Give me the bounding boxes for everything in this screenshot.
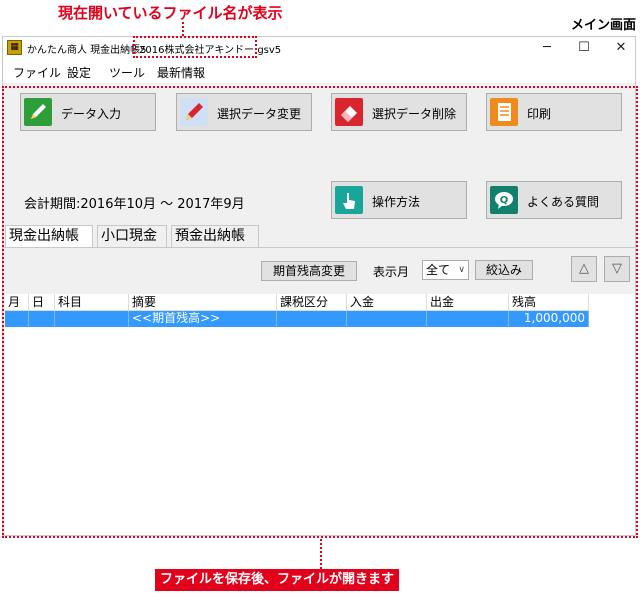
display-month-select[interactable]: 全て ∨	[422, 260, 469, 280]
opening-balance-button[interactable]: 期首残高変更	[261, 261, 357, 281]
column-header-description[interactable]: 摘要	[129, 294, 277, 311]
annotation-leader-line-bottom	[320, 539, 322, 569]
eraser-icon	[335, 98, 363, 126]
annotation-top-note: 現在開いているファイル名が表示	[58, 4, 283, 22]
tab-petty-cash[interactable]: 小口現金	[97, 225, 167, 247]
column-header-expense[interactable]: 出金	[427, 294, 509, 311]
column-header-tax-category[interactable]: 課税区分	[277, 294, 347, 311]
tab-divider	[3, 247, 635, 248]
edit-selected-label: 選択データ変更	[217, 107, 302, 121]
maximize-button[interactable]: ☐	[564, 37, 604, 59]
menu-settings[interactable]: 設定	[67, 64, 91, 81]
tab-deposit-book[interactable]: 預金出納帳	[171, 225, 259, 247]
print-icon	[490, 98, 518, 126]
table-row[interactable]: <<期首残高>> 1,000,000	[5, 311, 589, 327]
faq-label: よくある質問	[527, 195, 600, 209]
data-entry-label: データ入力	[61, 107, 122, 121]
display-month-label: 表示月	[373, 265, 410, 279]
cell-description: <<期首残高>>	[129, 311, 277, 327]
menu-tools[interactable]: ツール	[109, 64, 145, 81]
client-area: データ入力 選択データ変更 選択データ削除 印刷 会計期間:2016年10月 〜…	[3, 83, 635, 535]
column-header-income[interactable]: 入金	[347, 294, 427, 311]
move-up-button[interactable]: △	[571, 256, 597, 282]
faq-button[interactable]: Q よくある質問	[486, 181, 622, 219]
cell-income	[347, 311, 427, 327]
menu-latest-info[interactable]: 最新情報	[157, 64, 205, 81]
svg-text:Q: Q	[500, 195, 509, 206]
display-month-value: 全て	[426, 263, 451, 277]
app-logo-icon: ▦	[7, 40, 22, 55]
pencil-icon	[24, 98, 52, 126]
annotation-filename-box	[133, 36, 257, 58]
column-header-day[interactable]: 日	[29, 294, 55, 311]
cell-balance: 1,000,000	[509, 311, 589, 327]
close-button[interactable]: ✕	[601, 37, 640, 59]
menu-bar: ファイル 設定 ツール 最新情報	[3, 61, 635, 83]
how-to-use-label: 操作方法	[372, 195, 421, 209]
question-bubble-icon: Q	[490, 186, 518, 214]
filter-button[interactable]: 絞込み	[475, 260, 533, 280]
edit-selected-button[interactable]: 選択データ変更	[176, 93, 312, 131]
column-header-account[interactable]: 科目	[55, 294, 129, 311]
column-header-month[interactable]: 月	[5, 294, 29, 311]
annotation-screen-label: メイン画面	[570, 18, 636, 33]
cell-account	[55, 311, 129, 327]
delete-selected-button[interactable]: 選択データ削除	[331, 93, 467, 131]
window-app-title: かんたん商人 現金出納帳5	[27, 45, 147, 56]
accounting-period: 会計期間:2016年10月 〜 2017年9月	[24, 197, 245, 212]
print-label: 印刷	[527, 107, 552, 121]
ledger-table: 月 日 科目 摘要 課税区分 入金 出金 残高 <<期首残高>> 1,000,0…	[5, 294, 635, 535]
menu-file[interactable]: ファイル	[13, 64, 61, 81]
print-button[interactable]: 印刷	[486, 93, 622, 131]
hand-pointer-icon	[335, 186, 363, 214]
data-entry-button[interactable]: データ入力	[20, 93, 156, 131]
edit-pencil-icon	[180, 98, 208, 126]
cell-expense	[427, 311, 509, 327]
how-to-use-button[interactable]: 操作方法	[331, 181, 467, 219]
column-header-balance[interactable]: 残高	[509, 294, 589, 311]
annotation-leader-line	[182, 22, 184, 36]
main-window: ▦ かんたん商人 現金出納帳5 2016株式会社アキンドー.gsv5 ─ ☐ ✕…	[2, 36, 636, 536]
annotation-bottom-note: ファイルを保存後、ファイルが開きます	[155, 569, 400, 591]
tab-cash-book[interactable]: 現金出納帳	[5, 225, 93, 247]
title-bar: ▦ かんたん商人 現金出納帳5 2016株式会社アキンドー.gsv5 ─ ☐ ✕	[3, 37, 635, 59]
cell-tax-category	[277, 311, 347, 327]
cell-day	[29, 311, 55, 327]
move-down-button[interactable]: ▽	[604, 256, 630, 282]
chevron-down-icon: ∨	[458, 265, 465, 275]
delete-selected-label: 選択データ削除	[372, 107, 457, 121]
cell-month	[5, 311, 29, 327]
minimize-button[interactable]: ─	[527, 37, 567, 59]
screenshot-stage: 現在開いているファイル名が表示 メイン画面 ▦ かんたん商人 現金出納帳5 20…	[0, 0, 640, 593]
